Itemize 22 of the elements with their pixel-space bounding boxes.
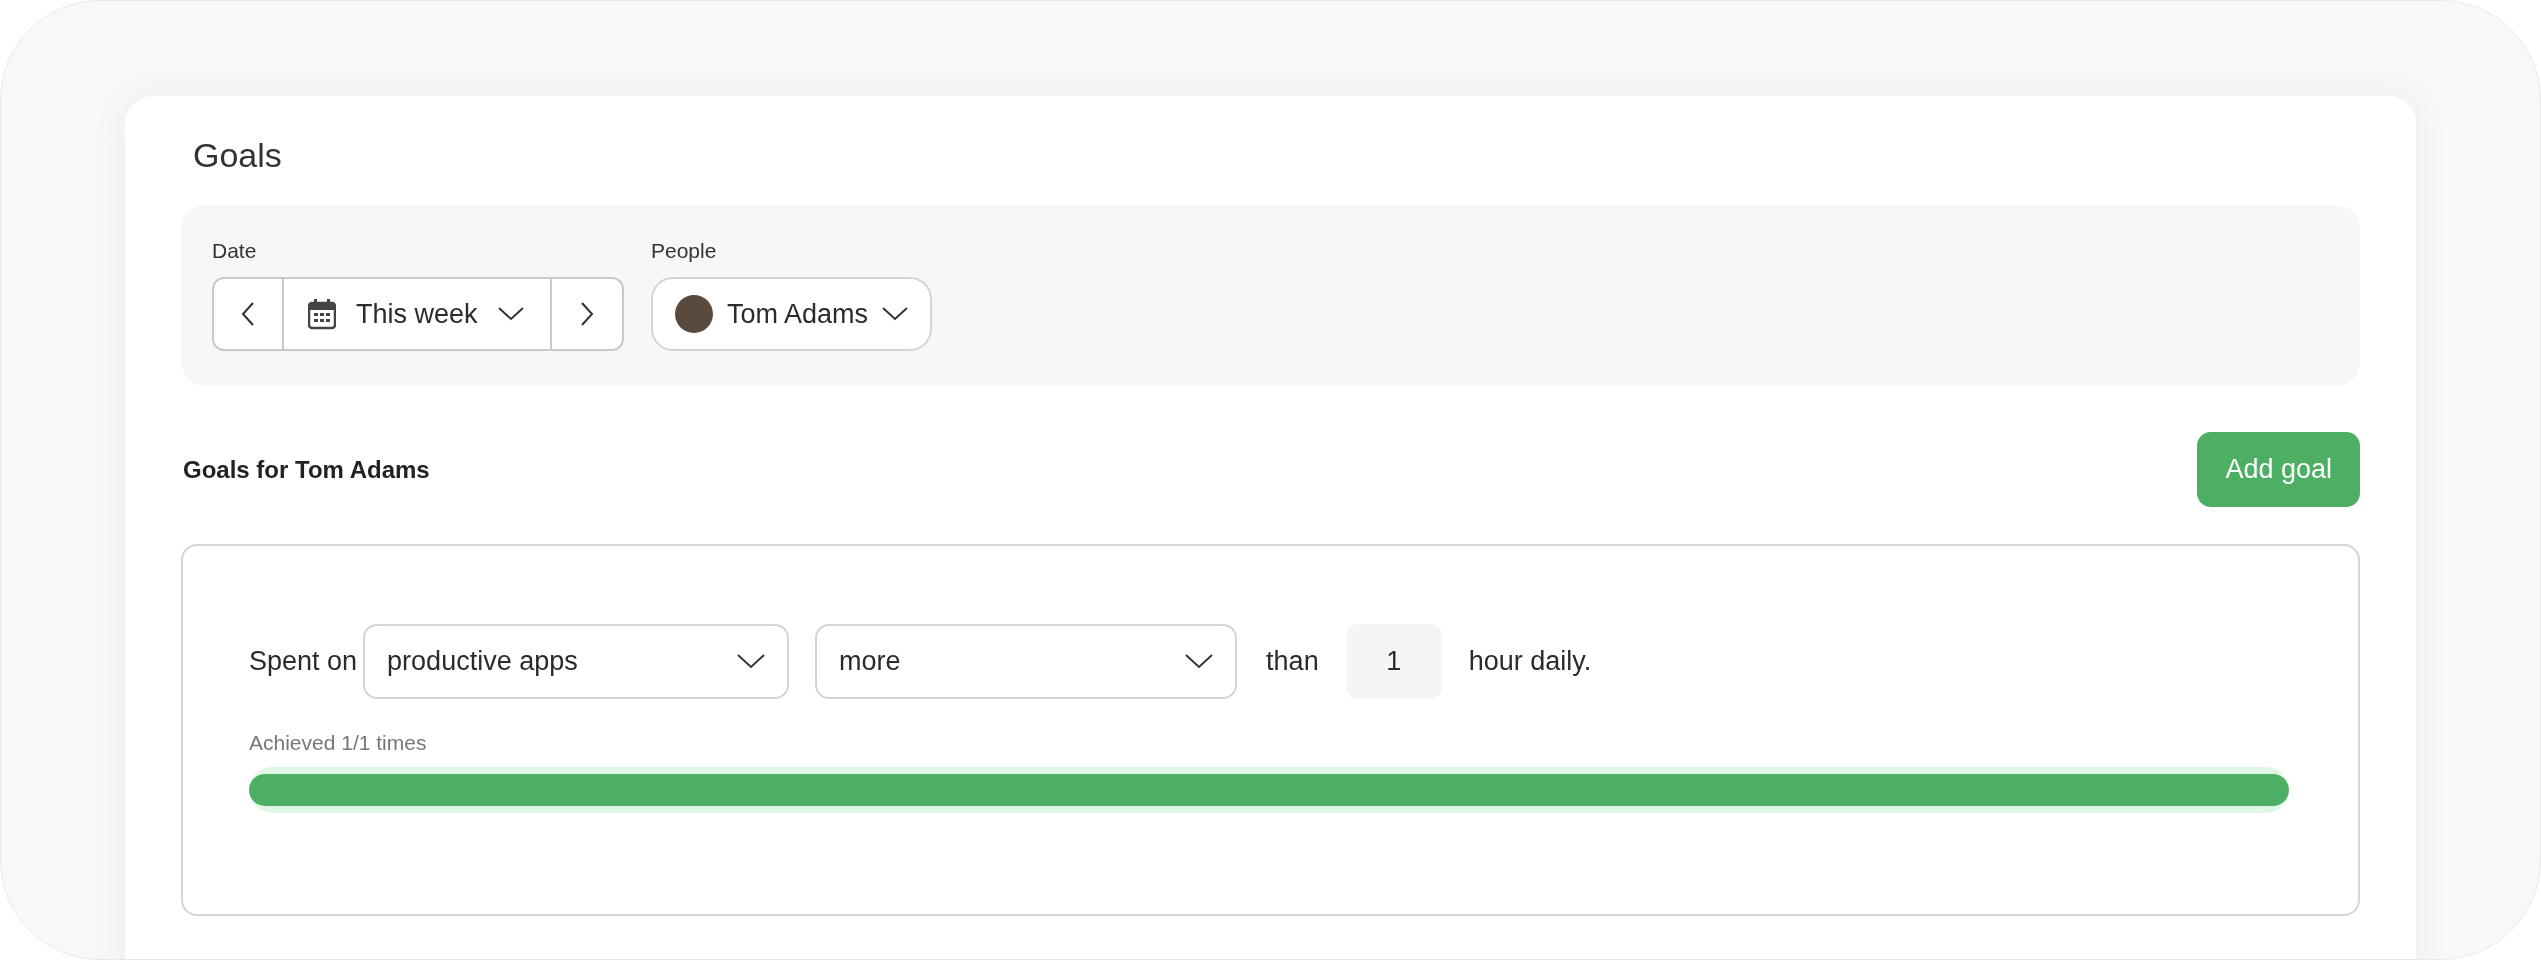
amount-field[interactable]: 1: [1345, 624, 1442, 699]
goal-text: Spent on: [249, 645, 358, 679]
date-dropdown[interactable]: This week: [284, 279, 552, 349]
chevron-down-icon: [1185, 654, 1214, 669]
avatar-icon: [675, 295, 713, 333]
calendar-icon: [308, 298, 336, 330]
chevron-down-icon: [882, 307, 909, 321]
chevron-down-icon: [737, 654, 766, 669]
filter-label: Date: [212, 238, 257, 263]
chevron-down-icon: [497, 307, 524, 321]
chevron-left-icon: [241, 301, 255, 327]
chevron-right-icon: [580, 301, 594, 327]
date-value: This week: [356, 297, 478, 331]
filter-label: People: [651, 238, 717, 263]
section-title: Goals for Tom Adams: [183, 454, 430, 485]
comparison-dropdown[interactable]: more: [815, 624, 1238, 699]
category-dropdown[interactable]: productive apps: [363, 624, 790, 699]
people-dropdown[interactable]: Tom Adams: [651, 277, 933, 351]
goal-text: than: [1266, 645, 1319, 679]
page-title: Goals: [193, 135, 282, 176]
goal-text: hour daily.: [1468, 645, 1592, 679]
achievement-text: Achieved 1/1 times: [249, 730, 427, 756]
